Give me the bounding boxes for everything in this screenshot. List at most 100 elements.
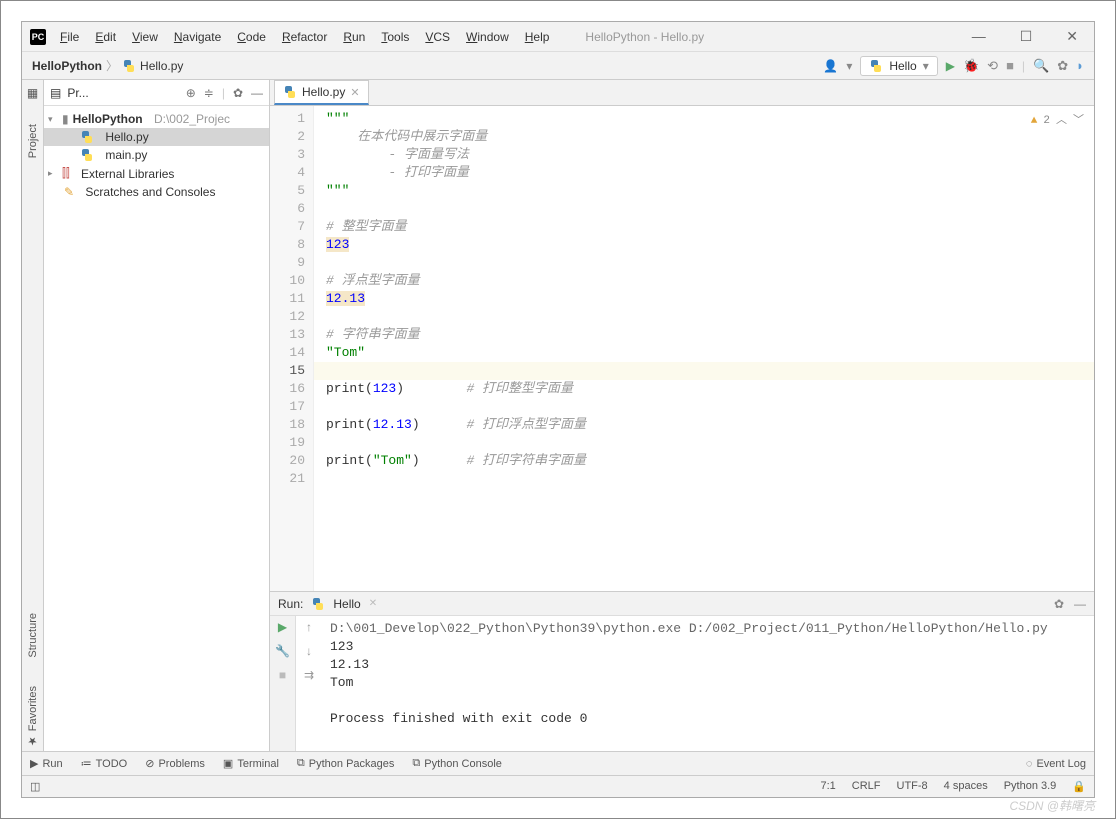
- rerun-icon[interactable]: ▶: [278, 620, 287, 634]
- hide-run-icon[interactable]: —: [1074, 597, 1086, 611]
- breadcrumb-file[interactable]: Hello.py: [140, 59, 183, 73]
- cursor-position[interactable]: 7:1: [820, 780, 835, 793]
- menu-vcs[interactable]: VCS: [419, 26, 456, 48]
- editor: Hello.py ✕ 12345678910111213141516171819…: [270, 80, 1094, 751]
- tab-todo[interactable]: ≔ TODO: [81, 757, 128, 770]
- file-encoding[interactable]: UTF-8: [897, 780, 928, 793]
- menu-file[interactable]: File: [54, 26, 85, 48]
- menu-view[interactable]: View: [126, 26, 164, 48]
- window-title: HelloPython - Hello.py: [585, 30, 704, 44]
- menu-edit[interactable]: Edit: [89, 26, 122, 48]
- settings-icon[interactable]: ✿: [1057, 58, 1068, 74]
- run-settings-icon[interactable]: ✿: [1054, 597, 1064, 611]
- tab-event-log[interactable]: ◌ Event Log: [1026, 758, 1086, 770]
- ide-tools-icon[interactable]: ◗: [1076, 58, 1084, 73]
- title-bar: PC FileEditViewNavigateCodeRefactorRunTo…: [22, 22, 1094, 52]
- main-menu: FileEditViewNavigateCodeRefactorRunTools…: [54, 26, 555, 48]
- run-config-name: Hello: [889, 59, 916, 73]
- menu-window[interactable]: Window: [460, 26, 515, 48]
- down-icon[interactable]: ↓: [306, 644, 312, 658]
- left-tool-strip: ▦ Project Structure ★ Favorites: [22, 80, 44, 751]
- project-tree[interactable]: ▾▮ HelloPython D:\002_Projec Hello.py ma…: [44, 106, 269, 205]
- debug-button[interactable]: 🐞: [963, 58, 979, 74]
- structure-tab[interactable]: Structure: [25, 609, 41, 662]
- tree-external-libraries[interactable]: ▸⫿⫿ External Libraries: [44, 164, 269, 183]
- python-file-icon: [122, 59, 136, 73]
- project-root[interactable]: HelloPython: [73, 112, 143, 126]
- tree-file-hello[interactable]: Hello.py: [44, 128, 269, 146]
- up-icon[interactable]: ↑: [306, 620, 312, 634]
- watermark: CSDN @韩曙亮: [1009, 797, 1095, 814]
- navigation-bar: HelloPython 〉 Hello.py ▾ Hello ▾ ▶ 🐞 ⟲ ■…: [22, 52, 1094, 80]
- hide-icon[interactable]: —: [251, 86, 263, 100]
- warning-count: 2: [1043, 112, 1050, 130]
- run-button[interactable]: ▶: [946, 59, 955, 73]
- favorites-tab[interactable]: ★ Favorites: [24, 682, 41, 751]
- lock-icon[interactable]: 🔒: [1072, 780, 1086, 793]
- breadcrumb[interactable]: HelloPython 〉 Hello.py: [32, 57, 183, 74]
- project-root-path: D:\002_Projec: [154, 112, 230, 126]
- python-file-icon: [283, 85, 297, 99]
- project-view-label[interactable]: Pr...: [67, 86, 88, 100]
- close-button[interactable]: ✕: [1058, 26, 1086, 47]
- options-icon[interactable]: ✿: [233, 86, 243, 100]
- project-tab-icon[interactable]: ▦: [27, 86, 38, 100]
- run-tool-window: Run: Hello ✕ ✿ — ▶ 🔧 ■ ↑ ↓ ⇉: [270, 591, 1094, 751]
- python-interpreter[interactable]: Python 3.9: [1004, 780, 1057, 793]
- expand-icon[interactable]: ≑: [204, 86, 214, 100]
- coverage-button[interactable]: ⟲: [987, 58, 998, 74]
- editor-tab-hello[interactable]: Hello.py ✕: [274, 80, 369, 105]
- tab-problems[interactable]: ⊘ Problems: [145, 757, 205, 770]
- output-line: 123: [330, 638, 1086, 656]
- indent-setting[interactable]: 4 spaces: [944, 780, 988, 793]
- maximize-button[interactable]: ☐: [1012, 26, 1041, 47]
- app-icon: PC: [30, 29, 46, 45]
- tab-python-console[interactable]: ⧉ Python Console: [412, 757, 502, 770]
- run-command: D:\001_Develop\022_Python\Python39\pytho…: [330, 620, 1086, 638]
- search-everywhere-icon[interactable]: 🔍: [1033, 58, 1049, 74]
- output-line: Tom: [330, 674, 1086, 692]
- output-line: 12.13: [330, 656, 1086, 674]
- python-icon: [311, 597, 325, 611]
- run-output[interactable]: D:\001_Develop\022_Python\Python39\pytho…: [322, 616, 1094, 751]
- tree-scratches[interactable]: ✎ Scratches and Consoles: [44, 183, 269, 201]
- close-tab-icon[interactable]: ✕: [350, 86, 359, 99]
- warning-icon: ▲: [1031, 112, 1038, 130]
- locate-icon[interactable]: ⊕: [186, 86, 196, 100]
- menu-tools[interactable]: Tools: [375, 26, 415, 48]
- run-tab[interactable]: Hello: [333, 597, 360, 611]
- code-area[interactable]: ▲ 2 ︿﹀ """ 在本代码中展示字面量 - 字面量写法 - 打印字面量"""…: [314, 106, 1094, 591]
- tab-run[interactable]: ▶ Run: [30, 757, 63, 770]
- project-tab[interactable]: Project: [25, 120, 41, 162]
- editor-tab-label: Hello.py: [302, 85, 345, 99]
- menu-navigate[interactable]: Navigate: [168, 26, 227, 48]
- menu-refactor[interactable]: Refactor: [276, 26, 333, 48]
- tool-windows-icon[interactable]: ◫: [30, 780, 40, 793]
- menu-help[interactable]: Help: [519, 26, 556, 48]
- editor-body[interactable]: 123456789101112131415161718192021 ▲ 2 ︿﹀…: [270, 106, 1094, 591]
- exit-message: Process finished with exit code 0: [330, 710, 1086, 728]
- line-separator[interactable]: CRLF: [852, 780, 881, 793]
- menu-code[interactable]: Code: [231, 26, 272, 48]
- bottom-tool-tabs: ▶ Run ≔ TODO ⊘ Problems ▣ Terminal ⧉ Pyt…: [22, 751, 1094, 775]
- line-gutter[interactable]: 123456789101112131415161718192021: [270, 106, 314, 591]
- project-tool-window: ▤ Pr... ⊕ ≑ | ✿ — ▾▮ HelloPython D:\002_…: [44, 80, 270, 751]
- inspection-widget[interactable]: ▲ 2 ︿﹀: [1031, 112, 1084, 130]
- run-label: Run:: [278, 597, 303, 611]
- close-run-tab-icon[interactable]: ✕: [369, 598, 377, 609]
- run-config-selector[interactable]: Hello ▾: [860, 56, 937, 76]
- minimize-button[interactable]: —: [964, 26, 994, 47]
- status-bar: ◫ 7:1 CRLF UTF-8 4 spaces Python 3.9 🔒: [22, 775, 1094, 797]
- stop-button[interactable]: ■: [1006, 58, 1014, 73]
- breadcrumb-project[interactable]: HelloPython: [32, 59, 102, 73]
- menu-run[interactable]: Run: [337, 26, 371, 48]
- tree-file-main[interactable]: main.py: [44, 146, 269, 164]
- user-icon[interactable]: [823, 58, 838, 73]
- project-view-icon: ▤: [50, 86, 61, 100]
- tab-python-packages[interactable]: ⧉ Python Packages: [297, 757, 394, 770]
- tab-terminal[interactable]: ▣ Terminal: [223, 757, 279, 770]
- wrench-icon[interactable]: 🔧: [275, 644, 290, 658]
- stop-run-icon[interactable]: ■: [279, 668, 286, 682]
- soft-wrap-icon[interactable]: ⇉: [304, 668, 314, 682]
- python-icon: [869, 59, 883, 73]
